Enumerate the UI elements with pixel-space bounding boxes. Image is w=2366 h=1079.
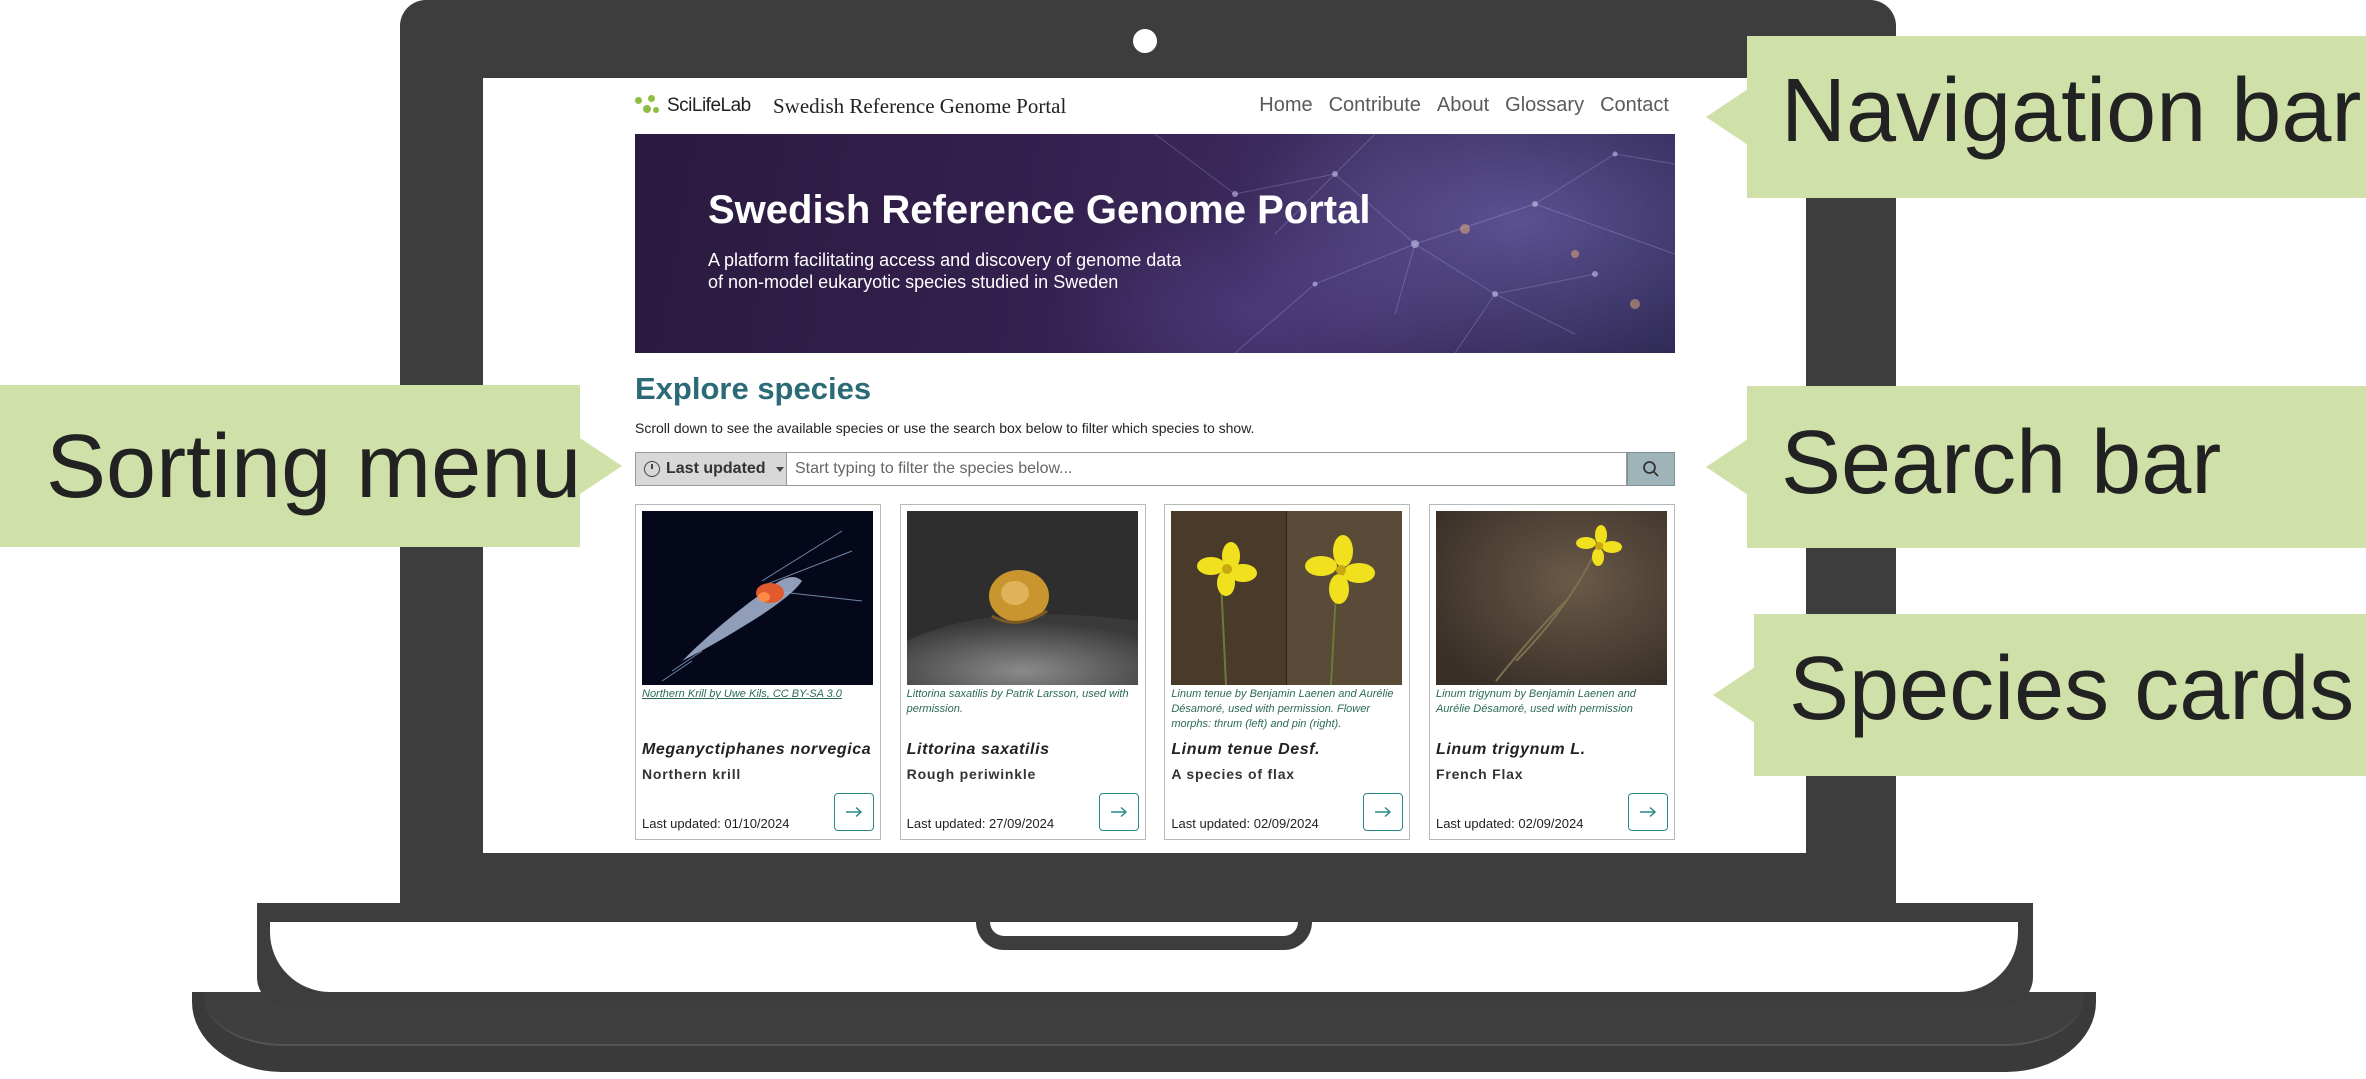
periwinkle-image [906, 511, 1138, 685]
species-cards: Northern Krill by Uwe Kils, CC BY-SA 3.0… [635, 504, 1675, 840]
last-updated: Last updated: 02/09/2024 [1171, 816, 1319, 831]
scientific-name: Linum trigynum L. [1435, 741, 1586, 758]
arrow-right-icon [1639, 806, 1657, 818]
callout-pointer [1706, 439, 1748, 495]
image-credit: Littorina saxatilis by Patrik Larsson, u… [906, 688, 1129, 715]
hero-network-graphic [1154, 134, 1675, 353]
sort-dropdown[interactable]: Last updated [635, 452, 787, 486]
last-updated: Last updated: 01/10/2024 [642, 816, 790, 831]
common-name: Northern krill [642, 766, 742, 782]
web-page: SciLifeLab Swedish Reference Genome Port… [635, 78, 1675, 840]
laptop-notch-inner [990, 922, 1298, 936]
laptop-screen: SciLifeLab Swedish Reference Genome Port… [483, 78, 1806, 853]
arrow-right-icon [1110, 806, 1127, 818]
caret-down-icon [775, 466, 784, 472]
hero-title: Swedish Reference Genome Portal [708, 188, 1371, 232]
common-name: French Flax [1435, 766, 1524, 782]
nav-contribute[interactable]: Contribute [1329, 94, 1421, 117]
callout-pointer [1706, 89, 1748, 145]
species-card[interactable]: Linum tenue by Benjamin Laenen and Aurél… [1164, 504, 1411, 840]
krill-image [642, 511, 873, 685]
callout-sorting-label: Sorting menu [46, 417, 582, 517]
open-species-button[interactable] [1363, 793, 1404, 831]
nav-glossary[interactable]: Glossary [1505, 94, 1584, 117]
image-credit[interactable]: Northern Krill by Uwe Kils, CC BY-SA 3.0 [642, 687, 868, 702]
linum-tenue-image [1171, 511, 1403, 685]
nav-contact[interactable]: Contact [1600, 94, 1669, 117]
open-species-button[interactable] [1098, 793, 1139, 831]
search-icon [1643, 461, 1659, 477]
hero-subtitle: A platform facilitating access and disco… [708, 250, 1182, 292]
last-updated: Last updated: 27/09/2024 [906, 816, 1055, 831]
brand-name: SciLifeLab [667, 95, 751, 116]
search-row: Last updated [635, 452, 1675, 486]
image-credit: Linum trigynum by Benjamin Laenen and Au… [1435, 688, 1636, 715]
species-card[interactable]: Northern Krill by Uwe Kils, CC BY-SA 3.0… [635, 504, 881, 840]
scientific-name: Linum tenue Desf. [1171, 741, 1321, 758]
site-title[interactable]: Swedish Reference Genome Portal [773, 94, 1066, 119]
search-button[interactable] [1627, 452, 1675, 486]
nav-links: Home Contribute About Glossary Contact [1259, 94, 1669, 117]
camera-icon [1133, 29, 1157, 53]
sort-label: Last updated [666, 460, 766, 477]
open-species-button[interactable] [834, 793, 874, 831]
scilifelab-leaf-icon [635, 93, 661, 119]
common-name: A species of flax [1171, 766, 1295, 782]
clock-icon [644, 461, 660, 477]
scientific-name: Littorina saxatilis [906, 741, 1050, 758]
open-species-button[interactable] [1627, 793, 1668, 831]
arrow-right-icon [1375, 806, 1392, 818]
linum-trigynum-image [1435, 511, 1667, 685]
arrow-right-icon [846, 806, 863, 818]
scientific-name: Meganyctiphanes norvegica [642, 741, 872, 758]
scilifelab-logo[interactable]: SciLifeLab [635, 92, 751, 120]
last-updated: Last updated: 02/09/2024 [1435, 816, 1584, 831]
explore-title: Explore species [635, 371, 872, 406]
nav-home[interactable]: Home [1259, 94, 1312, 117]
callout-search-label: Search bar [1781, 413, 2222, 513]
callout-pointer [580, 438, 622, 494]
callout-navigation-label: Navigation bar [1781, 61, 2362, 161]
explore-description: Scroll down to see the available species… [635, 420, 1255, 436]
callout-cards-label: Species cards [1789, 639, 2355, 739]
navigation-bar: SciLifeLab Swedish Reference Genome Port… [635, 78, 1675, 134]
species-card[interactable]: Littorina saxatilis by Patrik Larsson, u… [899, 504, 1146, 840]
common-name: Rough periwinkle [906, 766, 1037, 782]
nav-about[interactable]: About [1437, 94, 1489, 117]
image-credit: Linum tenue by Benjamin Laenen and Aurél… [1171, 688, 1394, 730]
hero-banner: Swedish Reference Genome Portal A platfo… [635, 134, 1675, 353]
search-input[interactable] [787, 452, 1627, 486]
callout-pointer [1713, 667, 1755, 723]
species-card[interactable]: Linum trigynum by Benjamin Laenen and Au… [1428, 504, 1675, 840]
